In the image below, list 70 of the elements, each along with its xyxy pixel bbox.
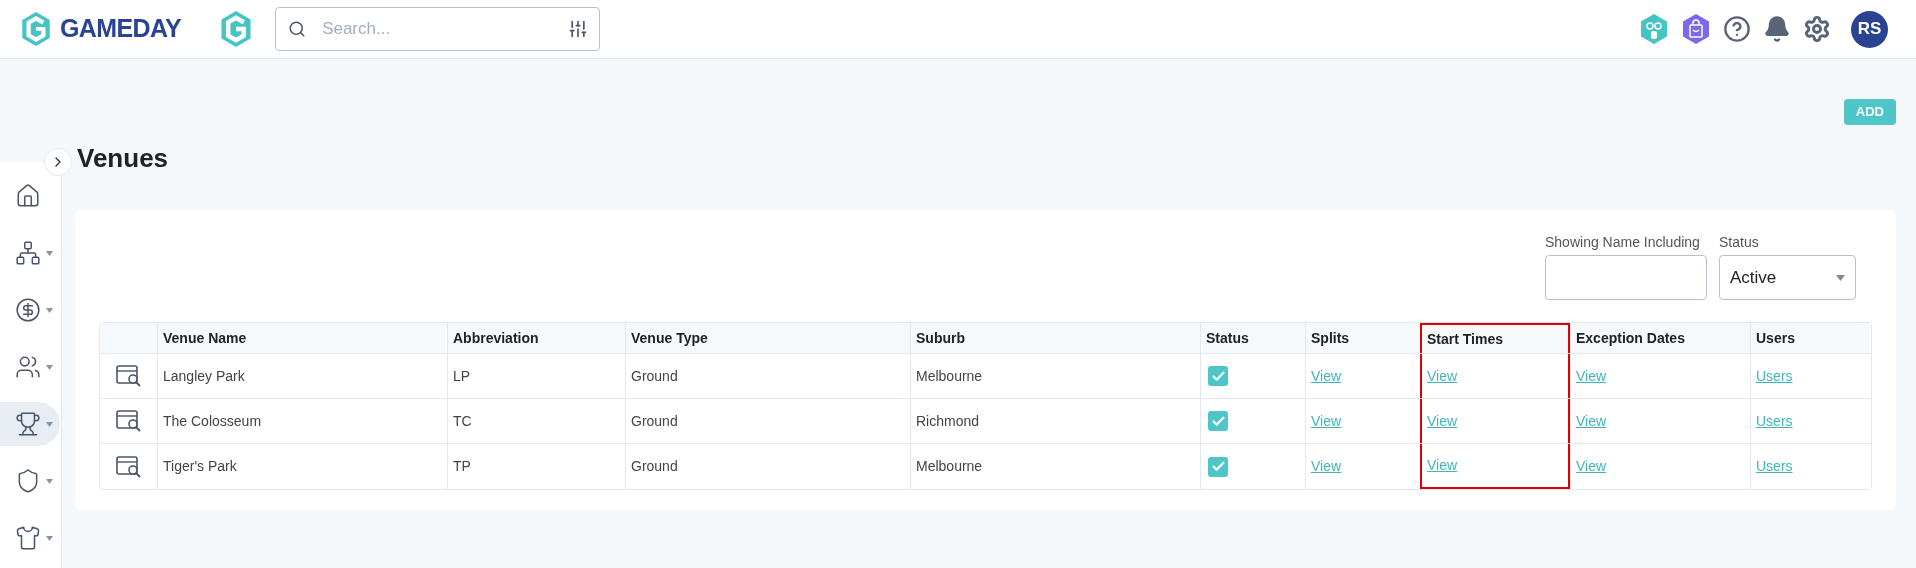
table-link[interactable]: Users	[1756, 365, 1793, 387]
help-icon[interactable]	[1723, 15, 1751, 43]
table-cell: LP	[447, 354, 625, 398]
page-title: Venues	[77, 142, 170, 174]
table-cell: TC	[447, 399, 625, 443]
table-link[interactable]: View	[1576, 456, 1607, 477]
status-checkbox[interactable]	[1208, 456, 1228, 477]
column-header: Exception Dates	[1570, 323, 1750, 353]
column-header: Suburb	[910, 323, 1200, 353]
table-cell: Melbourne	[910, 444, 1200, 489]
table-cell: Tiger's Park	[157, 444, 447, 489]
table-link[interactable]: View	[1311, 365, 1342, 387]
browser-search-icon[interactable]	[115, 410, 142, 432]
bell-icon[interactable]	[1763, 15, 1791, 43]
table-link[interactable]: Users	[1756, 456, 1793, 477]
column-header: Abbreviation	[447, 323, 625, 353]
table-cell: Ground	[625, 399, 910, 443]
column-header: Users	[1750, 323, 1871, 353]
people-icon	[15, 354, 41, 380]
table-link[interactable]: View	[1576, 365, 1607, 387]
table-link[interactable]: View	[1427, 455, 1458, 476]
caret-icon	[46, 478, 53, 484]
logo-text: GAMEDAY	[60, 13, 182, 45]
user-avatar[interactable]: RS	[1851, 10, 1888, 48]
caret-icon	[46, 364, 53, 370]
status-checkbox[interactable]	[1208, 366, 1228, 386]
table-cell: Langley Park	[157, 354, 447, 398]
browser-search-icon[interactable]	[115, 365, 142, 387]
shirt-icon	[15, 525, 41, 551]
table-link[interactable]: View	[1427, 365, 1458, 387]
add-button[interactable]: ADD	[1843, 99, 1896, 125]
filter-label: Status	[1719, 233, 1760, 252]
column-header: Status	[1200, 323, 1305, 353]
name-filter-field[interactable]	[1545, 255, 1707, 300]
caret-icon	[46, 421, 53, 427]
dollar-icon	[15, 297, 41, 323]
check-icon	[1210, 459, 1226, 474]
browser-search-icon[interactable]	[115, 455, 142, 478]
hierarchy-icon	[15, 240, 41, 266]
status-checkbox[interactable]	[1208, 411, 1228, 431]
column-header: Splits	[1305, 323, 1420, 353]
filter-icon[interactable]	[568, 19, 589, 39]
bag-icon[interactable]	[1681, 13, 1711, 45]
home-icon	[15, 183, 41, 209]
caret-icon	[46, 535, 53, 541]
column-header: Venue Name	[157, 323, 447, 353]
filter-label: Showing Name Including	[1545, 233, 1701, 252]
table-link[interactable]: View	[1576, 410, 1607, 432]
table-cell: Melbourne	[910, 354, 1200, 398]
column-header: Venue Type	[625, 323, 910, 353]
column-header: Start Times	[1420, 323, 1570, 353]
table-cell: Ground	[625, 354, 910, 398]
search-icon	[288, 20, 307, 38]
table-cell: The Colosseum	[157, 399, 447, 443]
table-cell: TP	[447, 444, 625, 489]
table-cell: Richmond	[910, 399, 1200, 443]
caret-icon	[46, 250, 53, 256]
logo-icon	[20, 11, 52, 47]
table-cell: Ground	[625, 444, 910, 489]
sidebar-item[interactable]	[0, 402, 60, 446]
trophy-icon	[15, 411, 41, 437]
table-link[interactable]: Users	[1756, 410, 1793, 432]
search-field[interactable]: Search...	[275, 7, 601, 51]
caret-icon	[1836, 274, 1845, 281]
settings-icon[interactable]	[1803, 15, 1831, 43]
status-select[interactable]: Active	[1719, 255, 1856, 300]
table-link[interactable]: View	[1311, 410, 1342, 432]
table-link[interactable]: View	[1311, 456, 1342, 477]
table-link[interactable]: View	[1427, 410, 1458, 432]
caret-icon	[46, 307, 53, 313]
